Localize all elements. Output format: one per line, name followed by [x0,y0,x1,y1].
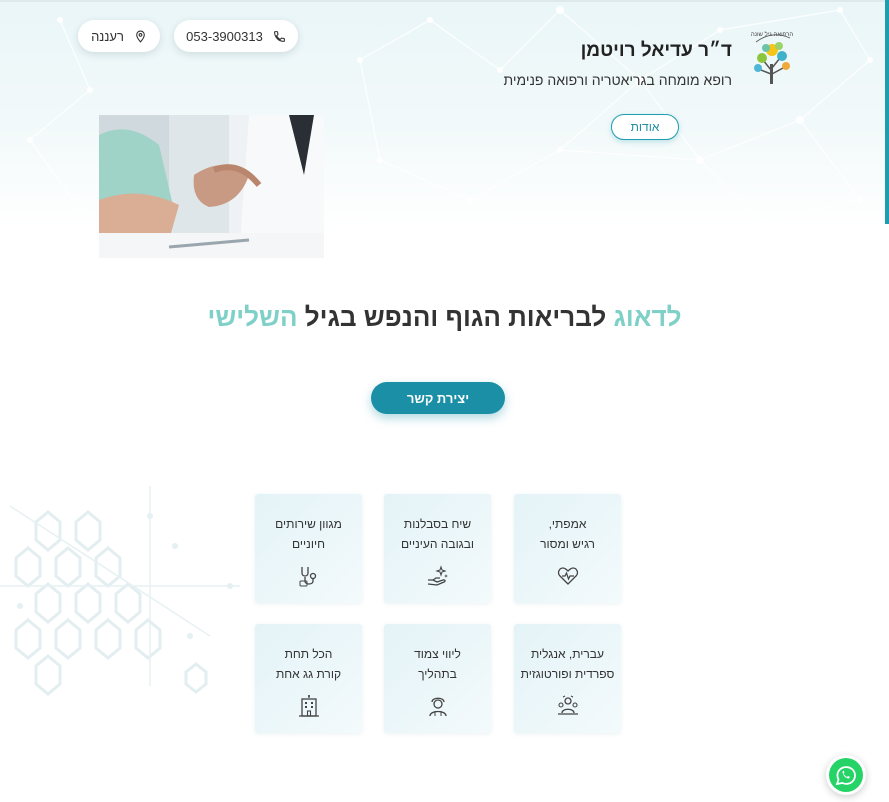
headline-accent-start: לדאוג [613,302,682,332]
phone-number: 053-3900313 [186,28,263,44]
hand-sparkle-icon [427,565,448,586]
city-label: רעננה [91,28,124,44]
doctor-icon [428,697,447,717]
hero-photo [99,115,324,258]
logo-text: הרפואה גיל שונה [751,30,793,38]
headline-text: לבריאות הגוף והנפש בגיל [297,302,614,332]
doctor-subtitle: רופא מומחה בגריאטריה ורפואה פנימית [503,72,732,88]
about-button[interactable]: אודות [611,114,679,140]
hexagon-decoration [0,486,240,696]
languages-icon [557,695,578,715]
feature-text: אמפתי, רגיש ומסור [540,517,595,551]
heart-icon [557,567,578,585]
building-icon [298,695,319,717]
phone-icon [273,30,285,42]
whatsapp-button[interactable] [826,755,866,795]
feature-text: שיח בסבלנות ובגובה העיניים [400,517,475,551]
location-pin-icon [136,30,145,43]
feature-text: הכל תחת קורת גג אחת [275,647,342,681]
feature-text: ליווי צמוד בתהליך [414,647,461,681]
stethoscope-icon [299,567,316,587]
headline-accent-end: השלישי [207,302,298,332]
feature-card-support: ליווי צמוד בתהליך [384,624,491,733]
feature-card-empathetic: אמפתי, רגיש ומסור [514,494,621,603]
whatsapp-icon [829,758,863,792]
phone-pill[interactable]: 053-3900313 [174,20,298,52]
doctor-name: ד״ר עדיאל רויטמן [580,40,732,61]
feature-text: מגוון שירותים חיוניים [275,517,342,551]
main-headline: לדאוג לבריאות הגוף והנפש בגיל השלישי [0,302,889,333]
feature-card-patience: שיח בסבלנות ובגובה העיניים [384,494,491,603]
feature-card-one-roof: הכל תחת קורת גג אחת [255,624,362,733]
feature-card-services: מגוון שירותים חיוניים [255,494,362,603]
right-accent-bar [885,0,889,224]
feature-text: עברית, אנגלית ספרדית ופורטוגזית [520,647,615,681]
clinic-logo: הרפואה גיל שונה [751,30,793,84]
feature-card-languages: עברית, אנגלית ספרדית ופורטוגזית [514,624,621,733]
contact-button[interactable]: יצירת קשר [371,382,505,414]
location-pill[interactable]: רעננה [78,20,160,52]
